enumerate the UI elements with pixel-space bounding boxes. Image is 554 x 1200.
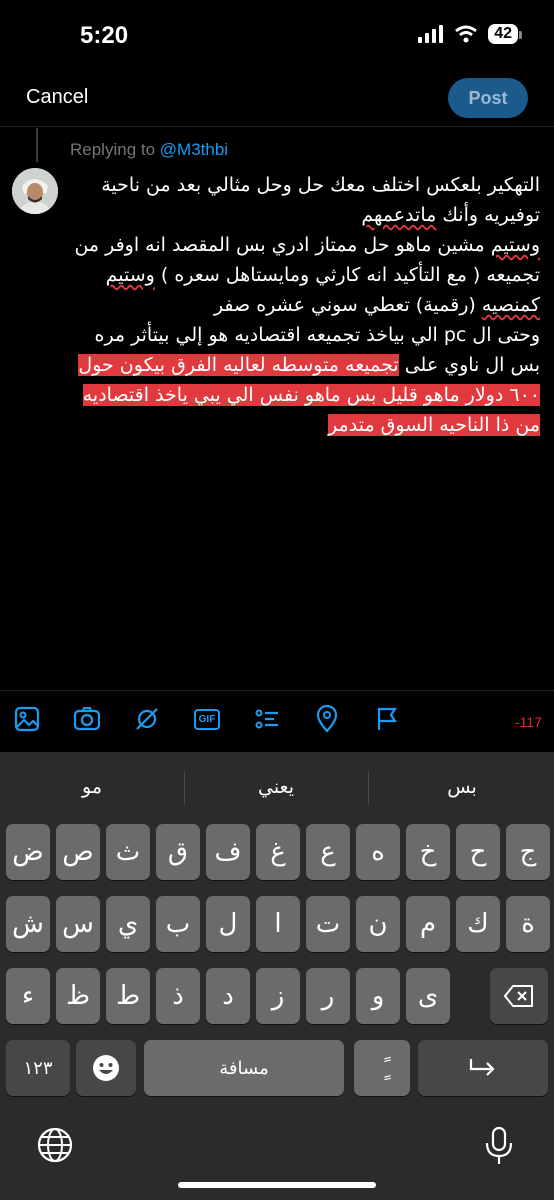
home-indicator	[178, 1182, 376, 1188]
avatar-image	[12, 168, 58, 214]
toolbar-divider	[0, 690, 554, 691]
key[interactable]: ض	[6, 824, 50, 880]
emoji-icon	[93, 1055, 119, 1081]
spelling-flag-word[interactable]: وستيم	[106, 264, 155, 286]
key[interactable]: س	[56, 896, 100, 952]
key[interactable]: ة	[506, 896, 550, 952]
diacritic-key[interactable]: ًٍ	[354, 1040, 410, 1096]
compose-line-1: التهكير بلعكس اختلف معك حل وحل مثالي بعد…	[101, 174, 540, 226]
post-button[interactable]: Post	[448, 78, 528, 118]
status-time: 5:20	[80, 22, 129, 49]
key[interactable]: ر	[306, 968, 350, 1024]
cancel-button[interactable]: Cancel	[26, 86, 88, 109]
key[interactable]: ف	[206, 824, 250, 880]
spelling-flag-word[interactable]: كمنصيه	[482, 294, 540, 316]
key[interactable]: ح	[456, 824, 500, 880]
spelling-flag-word[interactable]: وستيم	[491, 234, 540, 256]
key[interactable]: ش	[6, 896, 50, 952]
numbers-key[interactable]: ١٢٣	[6, 1040, 70, 1096]
keyboard: مو يعني بس ض ص ث ق ف غ ع ه خ ح ج ش س ي ب…	[0, 752, 554, 1200]
key[interactable]: ى	[406, 968, 450, 1024]
spelling-flag-word[interactable]: ماتدعمهم	[361, 204, 436, 226]
location-icon[interactable]	[312, 704, 342, 734]
avatar[interactable]	[12, 168, 58, 214]
tweet-compose-textarea[interactable]: التهكير بلعكس اختلف معك حل وحل مثالي بعد…	[66, 170, 540, 440]
return-icon	[469, 1059, 495, 1076]
flag-icon[interactable]	[372, 704, 402, 734]
replying-to-prefix: Replying to	[70, 140, 156, 159]
signal-icon	[418, 25, 444, 43]
reply-thread-line	[36, 128, 38, 162]
return-key[interactable]	[418, 1040, 548, 1096]
key[interactable]: ت	[306, 896, 350, 952]
gif-label: GIF	[193, 708, 221, 730]
suggestion-divider	[184, 772, 185, 804]
reply-handle-link[interactable]: @M3thbi	[160, 140, 228, 159]
key[interactable]: ص	[56, 824, 100, 880]
key[interactable]: خ	[406, 824, 450, 880]
poll-icon[interactable]	[252, 704, 282, 734]
key[interactable]: و	[356, 968, 400, 1024]
key[interactable]: ط	[106, 968, 150, 1024]
key[interactable]: ج	[506, 824, 550, 880]
key[interactable]: ا	[256, 896, 300, 952]
compose-toolbar: GIF	[0, 704, 554, 744]
key[interactable]: ه	[356, 824, 400, 880]
key[interactable]: ك	[456, 896, 500, 952]
key[interactable]: ع	[306, 824, 350, 880]
emoji-key[interactable]	[76, 1040, 136, 1096]
image-icon[interactable]	[12, 704, 42, 734]
key[interactable]: ظ	[56, 968, 100, 1024]
wifi-icon	[455, 25, 478, 43]
dictation-microphone-icon[interactable]	[482, 1126, 516, 1170]
key[interactable]: ذ	[156, 968, 200, 1024]
status-icons: 42	[418, 24, 522, 44]
compose-line-2-end: (رقمية) تعطي سوني عشره صفر	[213, 294, 482, 316]
key[interactable]: ث	[106, 824, 150, 880]
key[interactable]: ب	[156, 896, 200, 952]
key[interactable]: ق	[156, 824, 200, 880]
key[interactable]: ز	[256, 968, 300, 1024]
camera-icon[interactable]	[72, 704, 102, 734]
suggestion-1[interactable]: مو	[12, 776, 172, 798]
key[interactable]: د	[206, 968, 250, 1024]
character-count: -117	[515, 714, 542, 730]
space-key[interactable]: مسافة	[144, 1040, 344, 1096]
suggestion-3[interactable]: بس	[382, 776, 542, 798]
key[interactable]: غ	[256, 824, 300, 880]
battery-indicator: 42	[488, 24, 522, 44]
suggestion-2[interactable]: يعني	[196, 776, 356, 798]
backspace-icon	[504, 985, 533, 1007]
key[interactable]: ي	[106, 896, 150, 952]
backspace-key[interactable]	[490, 968, 548, 1024]
gif-icon[interactable]: GIF	[192, 704, 222, 734]
globe-icon[interactable]	[36, 1126, 74, 1168]
replying-to-label: Replying to @M3thbi	[70, 140, 228, 160]
header-divider	[0, 126, 554, 127]
suggestion-divider	[368, 772, 369, 804]
grok-icon[interactable]	[132, 704, 162, 734]
key[interactable]: م	[406, 896, 450, 952]
key[interactable]: ن	[356, 896, 400, 952]
key[interactable]: ء	[6, 968, 50, 1024]
key[interactable]: ل	[206, 896, 250, 952]
